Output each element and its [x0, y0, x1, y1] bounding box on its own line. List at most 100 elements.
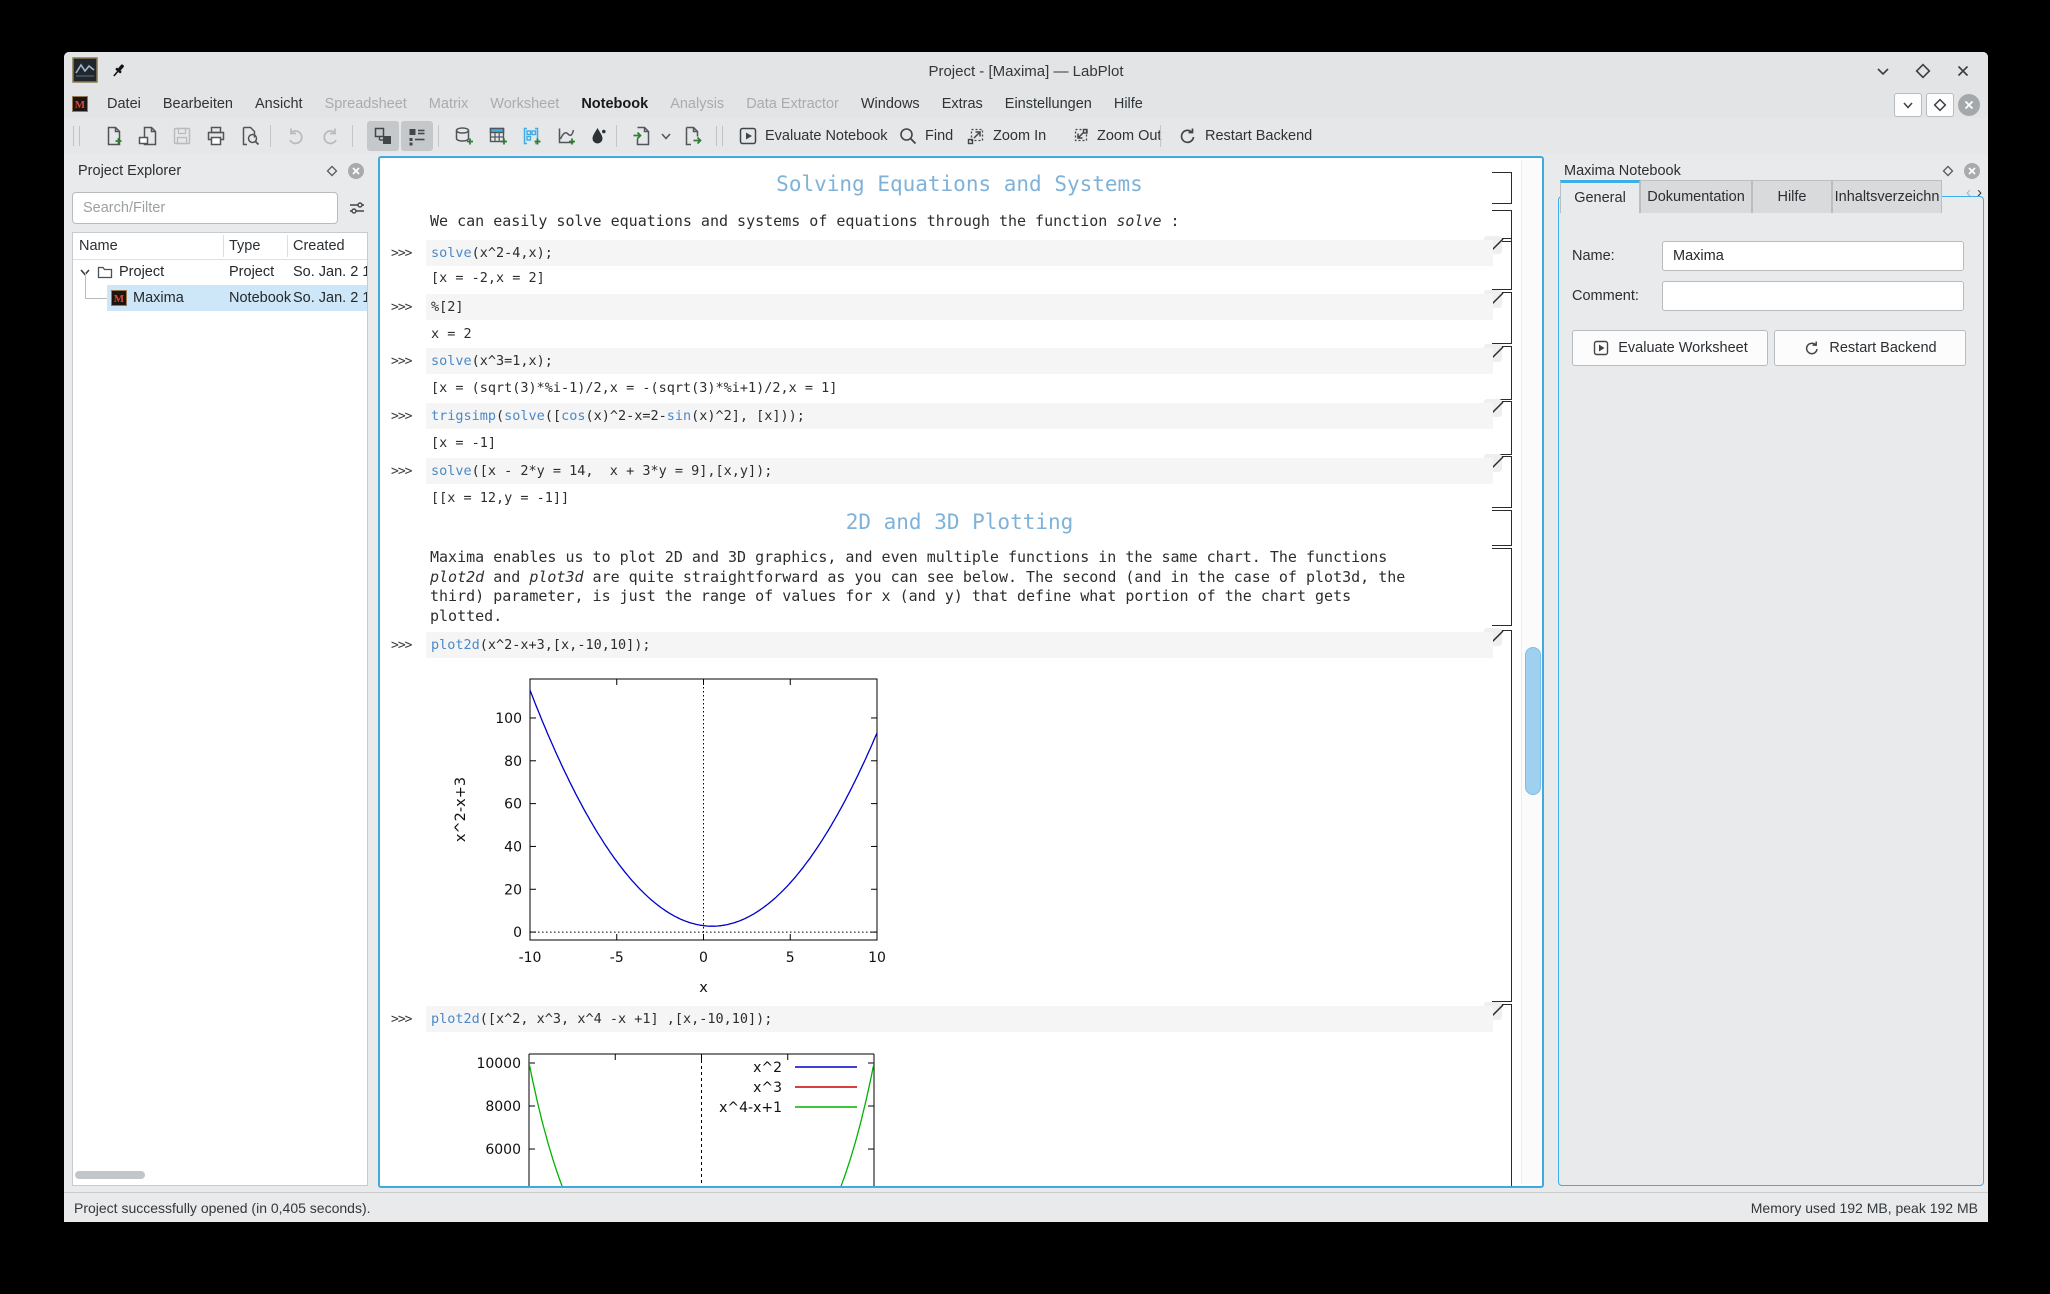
subwindow-close-button[interactable] [1958, 94, 1980, 116]
menu-analysis[interactable]: Analysis [659, 90, 735, 118]
export-button[interactable] [676, 121, 708, 151]
menu-notebook[interactable]: Notebook [570, 90, 659, 118]
menu-data-extractor[interactable]: Data Extractor [735, 90, 850, 118]
screen: Project - [Maxima] — LabPlot M Datei Bear… [0, 0, 2050, 1294]
command-entry[interactable]: solve(x^3=1,x); [426, 348, 1493, 374]
maximize-icon[interactable] [1912, 60, 1934, 82]
maxima-window-icon: M [72, 96, 88, 112]
cell-type: Project [229, 264, 275, 280]
tabs-scroll-left-icon[interactable]: ‹ [1966, 184, 1971, 201]
project-tree-header: Name Type Created [73, 233, 367, 260]
menu-ansicht[interactable]: Ansicht [244, 90, 314, 118]
menu-matrix[interactable]: Matrix [418, 90, 479, 118]
properties-title: Maxima Notebook [1564, 163, 1681, 179]
menu-spreadsheet[interactable]: Spreadsheet [314, 90, 418, 118]
comment-label: Comment: [1572, 288, 1639, 304]
menu-bearbeiten[interactable]: Bearbeiten [152, 90, 244, 118]
restart-backend-button[interactable]: Restart Backend [1172, 121, 1318, 151]
zoom-out-button[interactable]: Zoom Out [1064, 121, 1167, 151]
column-header-type[interactable]: Type [229, 233, 260, 259]
project-explorer-dock: Project Explorer Search/Filter Name Type C… [70, 156, 372, 1188]
menu-einstellungen[interactable]: Einstellungen [994, 90, 1103, 118]
vertical-scrollbar[interactable] [1521, 160, 1542, 1184]
evaluate-notebook-button[interactable]: Evaluate Notebook [732, 121, 894, 151]
close-icon[interactable] [1952, 60, 1974, 82]
toggle-project-explorer-button[interactable] [367, 121, 399, 151]
import-dropdown-button[interactable] [658, 121, 674, 151]
subwindow-minimize-button[interactable] [1894, 93, 1922, 117]
toolbar-handle-2[interactable] [716, 126, 723, 146]
minimize-icon[interactable] [1872, 60, 1894, 82]
tab-inhaltsverzeichn[interactable]: Inhaltsverzeichn [1832, 180, 1942, 213]
float-dock-icon[interactable] [320, 159, 344, 183]
column-header-created[interactable]: Created [293, 233, 345, 259]
menu-windows[interactable]: Windows [850, 90, 931, 118]
scrollbar-thumb[interactable] [1525, 647, 1541, 795]
cell-name: Maxima [133, 290, 184, 306]
tree-row-maxima[interactable]: M Maxima NotebookSo. Jan. 2 18: [73, 272, 367, 311]
command-entry[interactable]: trigsimp(solve([cos(x)^2-x=2-sin(x)^2], … [426, 403, 1493, 429]
titlebar: Project - [Maxima] — LabPlot [64, 52, 1988, 90]
new-workbook-button[interactable] [448, 121, 480, 151]
tab-general[interactable]: General [1560, 180, 1640, 213]
redo-button[interactable] [314, 121, 346, 151]
new-worksheet-button[interactable] [550, 121, 582, 151]
find-button[interactable]: Find [892, 121, 959, 151]
command-entry[interactable]: %[2] [426, 294, 1493, 320]
command-entry[interactable]: solve(x^2-4,x); [426, 240, 1493, 266]
restart-backend-button-panel[interactable]: Restart Backend [1774, 330, 1966, 366]
menu-hilfe[interactable]: Hilfe [1103, 90, 1154, 118]
save-project-button[interactable] [166, 121, 198, 151]
notebook-text-cell[interactable]: Maxima enables us to plot 2D and 3D grap… [430, 548, 1405, 626]
svg-text:x^4-x+1: x^4-x+1 [719, 1100, 782, 1116]
tab-dokumentation[interactable]: Dokumentation [1640, 180, 1752, 213]
new-project-button[interactable] [98, 121, 130, 151]
tab-hilfe[interactable]: Hilfe [1752, 180, 1832, 213]
print-preview-button[interactable] [234, 121, 266, 151]
open-project-button[interactable] [132, 121, 164, 151]
svg-text:5: 5 [786, 950, 795, 966]
horizontal-scrollbar[interactable] [75, 1171, 145, 1179]
cell-type: Notebook [229, 290, 292, 306]
menu-worksheet[interactable]: Worksheet [479, 90, 570, 118]
import-button[interactable] [626, 121, 658, 151]
zoom-in-button[interactable]: Zoom In [960, 121, 1052, 151]
cell-bracket [1484, 454, 1512, 508]
close-dock-icon[interactable] [344, 159, 368, 183]
subwindow-restore-button[interactable] [1926, 93, 1954, 117]
labplot-window: Project - [Maxima] — LabPlot M Datei Bear… [64, 52, 1988, 1222]
search-input[interactable]: Search/Filter [72, 192, 338, 224]
svg-text:-10: -10 [519, 950, 542, 966]
new-spreadsheet-button[interactable] [482, 121, 514, 151]
undo-button[interactable] [280, 121, 312, 151]
new-notebook-button[interactable] [582, 121, 614, 151]
new-matrix-button[interactable] [516, 121, 548, 151]
toggle-properties-explorer-button[interactable] [401, 121, 433, 151]
menu-extras[interactable]: Extras [931, 90, 994, 118]
menu-datei[interactable]: Datei [96, 90, 152, 118]
command-entry[interactable]: solve([x - 2*y = 14, x + 3*y = 9],[x,y])… [426, 458, 1493, 484]
cell-bracket [1484, 628, 1512, 1002]
notebook-heading[interactable]: 2D and 3D Plotting [426, 510, 1493, 534]
tabs-scroll-right-icon[interactable]: › [1977, 184, 1982, 201]
notebook-heading[interactable]: Solving Equations and Systems [426, 172, 1493, 196]
cell-created: So. Jan. 2 18: [293, 290, 367, 306]
tree-row-project[interactable]: Project Project So. Jan. 2 18: [73, 259, 367, 285]
zoom-out-label: Zoom Out [1097, 128, 1162, 144]
comment-field[interactable] [1662, 281, 1964, 311]
toolbar-handle[interactable] [73, 126, 80, 146]
notebook-text-cell[interactable]: We can easily solve equations and system… [430, 212, 1180, 232]
column-header-name[interactable]: Name [79, 233, 118, 259]
name-field[interactable] [1662, 241, 1964, 271]
print-button[interactable] [200, 121, 232, 151]
command-entry[interactable]: plot2d([x^2, x^3, x^4 -x +1] ,[x,-10,10]… [426, 1006, 1493, 1032]
svg-text:x: x [699, 980, 708, 996]
memory-usage: Memory used 192 MB, peak 192 MB [1750, 1199, 1978, 1216]
command-entry[interactable]: plot2d(x^2-x+3,[x,-10,10]); [426, 632, 1493, 658]
properties-dock: Maxima Notebook General Dokumentation Hilf… [1556, 156, 1988, 1188]
svg-text:0: 0 [699, 950, 708, 966]
plot-image-0: 0 20 40 60 80 100 -10 -5 0 5 10 x x^2-x+3 [453, 678, 886, 996]
name-label: Name: [1572, 248, 1615, 264]
filter-options-icon[interactable] [344, 194, 370, 222]
evaluate-worksheet-button[interactable]: Evaluate Worksheet [1572, 330, 1768, 366]
